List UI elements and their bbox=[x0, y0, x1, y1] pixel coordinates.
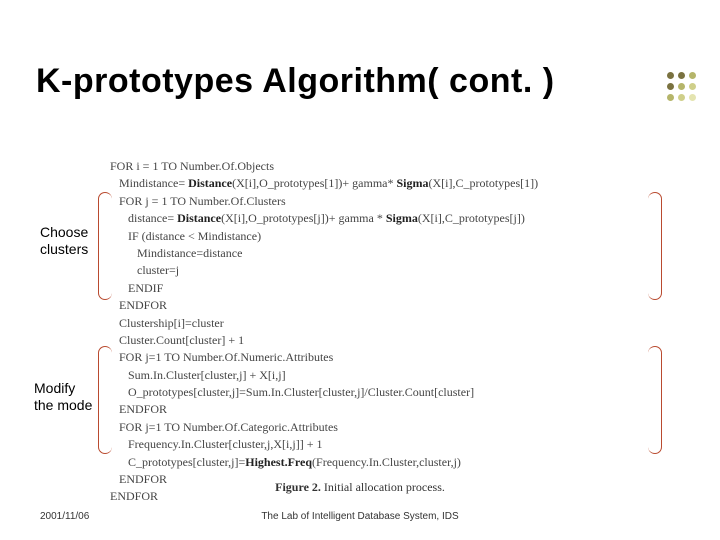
figure-caption: Figure 2. Initial allocation process. bbox=[0, 480, 720, 495]
pseudocode-block: FOR i = 1 TO Number.Of.Objects Mindistan… bbox=[110, 158, 538, 506]
bracket-left-choose bbox=[98, 192, 112, 300]
bracket-right-lower bbox=[648, 346, 662, 454]
corner-dots-decoration bbox=[667, 72, 696, 105]
dot-icon bbox=[667, 83, 674, 90]
dot-icon bbox=[689, 72, 696, 79]
dot-icon bbox=[667, 94, 674, 101]
dot-icon bbox=[689, 83, 696, 90]
bracket-right-upper bbox=[648, 192, 662, 300]
footer-lab: The Lab of Intelligent Database System, … bbox=[0, 511, 720, 522]
label-choose-clusters: Choose clusters bbox=[40, 224, 88, 258]
label-modify-mode: Modify the mode bbox=[34, 380, 92, 414]
dot-icon bbox=[667, 72, 674, 79]
dot-icon bbox=[689, 94, 696, 101]
bracket-left-modify bbox=[98, 346, 112, 454]
slide-title: K-prototypes Algorithm( cont. ) bbox=[36, 62, 555, 101]
dot-icon bbox=[678, 72, 685, 79]
dot-icon bbox=[678, 83, 685, 90]
dot-icon bbox=[678, 94, 685, 101]
